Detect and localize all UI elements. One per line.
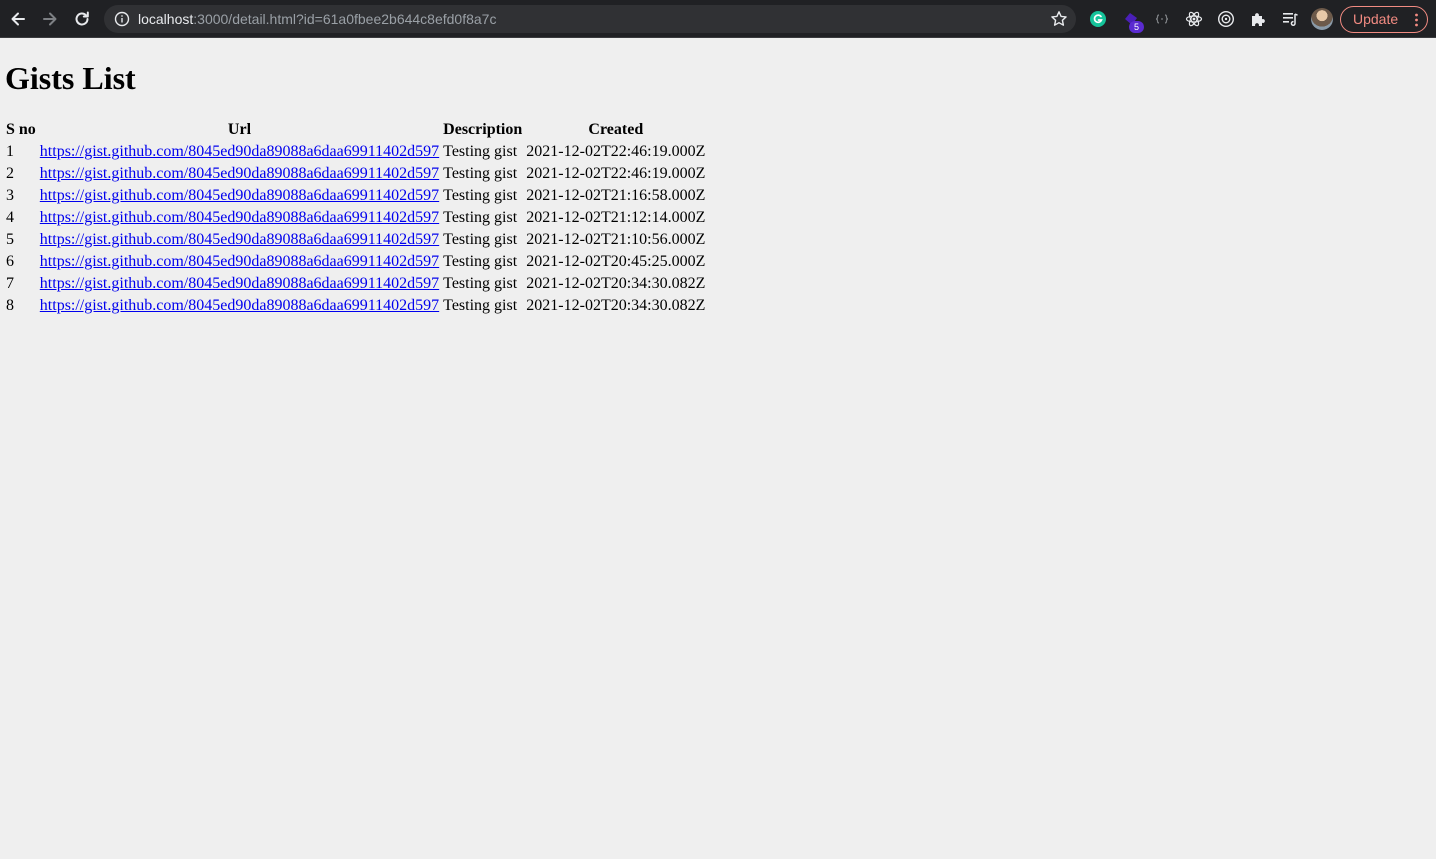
table-row: 1 https://gist.github.com/8045ed90da8908… (5, 142, 706, 162)
cell-created: 2021-12-02T20:34:30.082Z (526, 275, 706, 292)
gist-link[interactable]: https://gist.github.com/8045ed90da89088a… (40, 187, 439, 204)
reload-icon (75, 11, 89, 26)
gist-link[interactable]: https://gist.github.com/8045ed90da89088a… (40, 231, 439, 248)
bookmark-star-icon[interactable] (1050, 10, 1068, 28)
cell-sno: 3 (6, 187, 14, 204)
page-title: Gists List (5, 60, 136, 96)
arrow-left-icon (11, 12, 25, 26)
cell-sno: 2 (6, 165, 14, 182)
table-row: 6 https://gist.github.com/8045ed90da8908… (5, 252, 706, 272)
cell-created: 2021-12-02T22:46:19.000Z (526, 165, 706, 182)
cell-created: 2021-12-02T20:34:30.082Z (526, 297, 706, 314)
cell-description: Testing gist (443, 209, 518, 226)
cell-sno: 5 (6, 231, 14, 248)
gist-link[interactable]: https://gist.github.com/8045ed90da89088a… (40, 253, 439, 270)
cell-description: Testing gist (443, 253, 518, 270)
url-text[interactable]: localhost:3000/detail.html?id=61a0fbee2b… (138, 5, 496, 33)
header-url: Url (227, 121, 252, 138)
extension-badge: 5 (1129, 21, 1144, 33)
grammarly-extension-icon[interactable] (1088, 9, 1108, 29)
arrow-right-icon (43, 12, 57, 26)
cell-sno: 8 (6, 297, 14, 314)
cell-url: https://gist.github.com/8045ed90da89088a… (39, 208, 440, 228)
gist-link[interactable]: https://gist.github.com/8045ed90da89088a… (40, 165, 439, 182)
update-button[interactable]: Update (1340, 6, 1428, 33)
cell-description: Testing gist (443, 297, 518, 314)
cell-created: 2021-12-02T21:16:58.000Z (526, 187, 706, 204)
cell-sno: 4 (6, 209, 14, 226)
gist-link[interactable]: https://gist.github.com/8045ed90da89088a… (40, 143, 439, 160)
header-sno: S no (6, 121, 36, 138)
reload-button[interactable] (70, 7, 94, 31)
table-row: 4 https://gist.github.com/8045ed90da8908… (5, 208, 706, 228)
update-label: Update (1353, 11, 1399, 27)
gist-link[interactable]: https://gist.github.com/8045ed90da89088a… (40, 275, 439, 292)
header-created: Created (588, 121, 644, 138)
cell-description: Testing gist (443, 275, 518, 292)
table-row: 8 https://gist.github.com/8045ed90da8908… (5, 296, 706, 316)
cell-created: 2021-12-02T22:46:19.000Z (526, 143, 706, 160)
profile-avatar[interactable] (1311, 8, 1333, 30)
cell-sno: 1 (6, 143, 14, 160)
table-row: 5 https://gist.github.com/8045ed90da8908… (5, 230, 706, 250)
table-header-row: S no Url Description Created (5, 120, 706, 140)
info-icon[interactable] (114, 11, 130, 27)
braces-extension-icon[interactable] (1152, 9, 1172, 29)
cell-description: Testing gist (443, 231, 518, 248)
url-host: localhost (138, 11, 194, 27)
target-extension-icon[interactable] (1216, 9, 1236, 29)
cell-url: https://gist.github.com/8045ed90da89088a… (39, 274, 440, 294)
url-path: :3000/detail.html?id=61a0fbee2b644c8efd0… (193, 11, 497, 27)
more-vertical-icon (1415, 13, 1418, 27)
cell-description: Testing gist (443, 165, 518, 182)
extensions-puzzle-icon[interactable] (1248, 9, 1268, 29)
cell-url: https://gist.github.com/8045ed90da89088a… (39, 142, 440, 162)
cell-created: 2021-12-02T20:45:25.000Z (526, 253, 706, 270)
cell-sno: 6 (6, 253, 14, 270)
address-bar[interactable]: localhost:3000/detail.html?id=61a0fbee2b… (104, 5, 1076, 33)
reading-list-icon[interactable] (1280, 9, 1300, 29)
table-row: 7 https://gist.github.com/8045ed90da8908… (5, 274, 706, 294)
cell-url: https://gist.github.com/8045ed90da89088a… (39, 186, 440, 206)
table-row: 3 https://gist.github.com/8045ed90da8908… (5, 186, 706, 206)
gists-table: S no Url Description Created 1 https://g… (3, 118, 708, 318)
browser-toolbar: localhost:3000/detail.html?id=61a0fbee2b… (0, 0, 1436, 38)
cell-description: Testing gist (443, 187, 518, 204)
cell-url: https://gist.github.com/8045ed90da89088a… (39, 164, 440, 184)
cell-description: Testing gist (443, 143, 518, 160)
forward-button[interactable] (38, 7, 62, 31)
cell-url: https://gist.github.com/8045ed90da89088a… (39, 252, 440, 272)
cell-created: 2021-12-02T21:12:14.000Z (526, 209, 706, 226)
gist-link[interactable]: https://gist.github.com/8045ed90da89088a… (40, 297, 439, 314)
cell-created: 2021-12-02T21:10:56.000Z (526, 231, 706, 248)
cell-url: https://gist.github.com/8045ed90da89088a… (39, 230, 440, 250)
react-devtools-icon[interactable] (1184, 9, 1204, 29)
header-description: Description (443, 121, 523, 138)
gist-link[interactable]: https://gist.github.com/8045ed90da89088a… (40, 209, 439, 226)
page-content: Gists List S no Url Description Created … (0, 38, 1436, 859)
table-row: 2 https://gist.github.com/8045ed90da8908… (5, 164, 706, 184)
back-button[interactable] (6, 7, 30, 31)
cell-url: https://gist.github.com/8045ed90da89088a… (39, 296, 440, 316)
cell-sno: 7 (6, 275, 14, 292)
